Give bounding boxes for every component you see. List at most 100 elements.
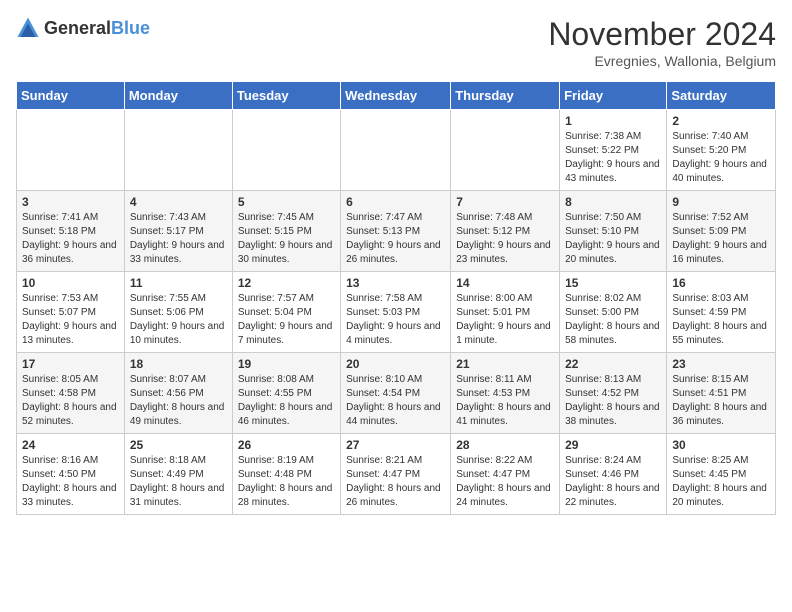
week-row-4: 17Sunrise: 8:05 AM Sunset: 4:58 PM Dayli… xyxy=(17,353,776,434)
day-number: 9 xyxy=(672,195,770,209)
table-row: 3 Sunrise: 7:41 AM Sunset: 5:18 PM Daylig… xyxy=(17,191,125,272)
day-info: Sunrise: 7:43 AM Sunset: 5:17 PM Dayligh… xyxy=(130,211,227,267)
day-number: 18 xyxy=(130,357,227,371)
table-row xyxy=(232,110,340,191)
logo-icon xyxy=(16,16,40,40)
table-row: 6Sunrise: 7:47 AM Sunset: 5:13 PM Daylig… xyxy=(341,191,451,272)
table-row: 9 Sunrise: 7:52 AM Sunset: 5:09 PM Daylig… xyxy=(667,191,776,272)
table-row: 13 Sunrise: 7:58 AM Sunset: 5:03 PM Dayli… xyxy=(341,272,451,353)
table-row: 8 Sunrise: 7:50 AM Sunset: 5:10 PM Daylig… xyxy=(560,191,667,272)
table-row: 28Sunrise: 8:22 AM Sunset: 4:47 PM Dayli… xyxy=(451,434,560,515)
day-info: Sunrise: 7:41 AM Sunset: 5:18 PM Dayligh… xyxy=(22,211,119,267)
day-number: 20 xyxy=(346,357,445,371)
day-info: Sunrise: 8:00 AM Sunset: 5:01 PM Dayligh… xyxy=(456,292,554,348)
table-row: 7 Sunrise: 7:48 AM Sunset: 5:12 PM Daylig… xyxy=(451,191,560,272)
day-info: Sunrise: 7:53 AM Sunset: 5:07 PM Dayligh… xyxy=(22,292,119,348)
calendar-header-row: Sunday Monday Tuesday Wednesday Thursday… xyxy=(17,82,776,110)
day-number: 3 xyxy=(22,195,119,209)
day-number: 4 xyxy=(130,195,227,209)
day-info: Sunrise: 8:18 AM Sunset: 4:49 PM Dayligh… xyxy=(130,454,227,510)
table-row: 24Sunrise: 8:16 AM Sunset: 4:50 PM Dayli… xyxy=(17,434,125,515)
table-row: 22 Sunrise: 8:13 AM Sunset: 4:52 PM Dayli… xyxy=(560,353,667,434)
day-info: Sunrise: 8:16 AM Sunset: 4:50 PM Dayligh… xyxy=(22,454,119,510)
col-thursday: Thursday xyxy=(451,82,560,110)
day-number: 12 xyxy=(238,276,335,290)
day-number: 2 xyxy=(672,114,770,128)
table-row xyxy=(17,110,125,191)
day-info: Sunrise: 7:47 AM Sunset: 5:13 PM Dayligh… xyxy=(346,211,445,267)
title-block: November 2024 Evregnies, Wallonia, Belgi… xyxy=(548,16,776,69)
day-info: Sunrise: 8:21 AM Sunset: 4:47 PM Dayligh… xyxy=(346,454,445,510)
day-number: 11 xyxy=(130,276,227,290)
day-number: 8 xyxy=(565,195,661,209)
day-info: Sunrise: 7:52 AM Sunset: 5:09 PM Dayligh… xyxy=(672,211,770,267)
table-row: 23 Sunrise: 8:15 AM Sunset: 4:51 PM Dayli… xyxy=(667,353,776,434)
day-info: Sunrise: 8:24 AM Sunset: 4:46 PM Dayligh… xyxy=(565,454,661,510)
day-info: Sunrise: 8:19 AM Sunset: 4:48 PM Dayligh… xyxy=(238,454,335,510)
day-number: 19 xyxy=(238,357,335,371)
logo-general: General xyxy=(44,18,111,38)
table-row: 15 Sunrise: 8:02 AM Sunset: 5:00 PM Dayli… xyxy=(560,272,667,353)
col-saturday: Saturday xyxy=(667,82,776,110)
col-monday: Monday xyxy=(124,82,232,110)
table-row: 12Sunrise: 7:57 AM Sunset: 5:04 PM Dayli… xyxy=(232,272,340,353)
week-row-5: 24Sunrise: 8:16 AM Sunset: 4:50 PM Dayli… xyxy=(17,434,776,515)
table-row xyxy=(451,110,560,191)
day-info: Sunrise: 8:10 AM Sunset: 4:54 PM Dayligh… xyxy=(346,373,445,429)
day-number: 7 xyxy=(456,195,554,209)
day-info: Sunrise: 8:13 AM Sunset: 4:52 PM Dayligh… xyxy=(565,373,661,429)
day-info: Sunrise: 7:45 AM Sunset: 5:15 PM Dayligh… xyxy=(238,211,335,267)
day-info: Sunrise: 7:48 AM Sunset: 5:12 PM Dayligh… xyxy=(456,211,554,267)
day-number: 13 xyxy=(346,276,445,290)
day-number: 15 xyxy=(565,276,661,290)
day-info: Sunrise: 8:02 AM Sunset: 5:00 PM Dayligh… xyxy=(565,292,661,348)
table-row: 4 Sunrise: 7:43 AM Sunset: 5:17 PM Daylig… xyxy=(124,191,232,272)
day-number: 14 xyxy=(456,276,554,290)
day-info: Sunrise: 7:40 AM Sunset: 5:20 PM Dayligh… xyxy=(672,130,770,186)
day-info: Sunrise: 7:38 AM Sunset: 5:22 PM Dayligh… xyxy=(565,130,661,186)
day-info: Sunrise: 8:11 AM Sunset: 4:53 PM Dayligh… xyxy=(456,373,554,429)
day-number: 29 xyxy=(565,438,661,452)
table-row: 10 Sunrise: 7:53 AM Sunset: 5:07 PM Dayli… xyxy=(17,272,125,353)
table-row: 20 Sunrise: 8:10 AM Sunset: 4:54 PM Dayli… xyxy=(341,353,451,434)
calendar: Sunday Monday Tuesday Wednesday Thursday… xyxy=(16,81,776,515)
table-row: 21Sunrise: 8:11 AM Sunset: 4:53 PM Dayli… xyxy=(451,353,560,434)
table-row xyxy=(124,110,232,191)
week-row-3: 10 Sunrise: 7:53 AM Sunset: 5:07 PM Dayli… xyxy=(17,272,776,353)
day-info: Sunrise: 8:05 AM Sunset: 4:58 PM Dayligh… xyxy=(22,373,119,429)
day-number: 1 xyxy=(565,114,661,128)
day-info: Sunrise: 7:50 AM Sunset: 5:10 PM Dayligh… xyxy=(565,211,661,267)
week-row-2: 3 Sunrise: 7:41 AM Sunset: 5:18 PM Daylig… xyxy=(17,191,776,272)
week-row-1: 1 Sunrise: 7:38 AM Sunset: 5:22 PM Daylig… xyxy=(17,110,776,191)
month-title: November 2024 xyxy=(548,16,776,53)
day-number: 10 xyxy=(22,276,119,290)
day-number: 28 xyxy=(456,438,554,452)
day-info: Sunrise: 8:03 AM Sunset: 4:59 PM Dayligh… xyxy=(672,292,770,348)
col-sunday: Sunday xyxy=(17,82,125,110)
day-info: Sunrise: 8:07 AM Sunset: 4:56 PM Dayligh… xyxy=(130,373,227,429)
table-row: 16 Sunrise: 8:03 AM Sunset: 4:59 PM Dayli… xyxy=(667,272,776,353)
col-friday: Friday xyxy=(560,82,667,110)
table-row: 30 Sunrise: 8:25 AM Sunset: 4:45 PM Dayli… xyxy=(667,434,776,515)
page-header: GeneralBlue November 2024 Evregnies, Wal… xyxy=(16,16,776,69)
day-number: 27 xyxy=(346,438,445,452)
location: Evregnies, Wallonia, Belgium xyxy=(548,53,776,69)
col-wednesday: Wednesday xyxy=(341,82,451,110)
table-row xyxy=(341,110,451,191)
table-row: 27 Sunrise: 8:21 AM Sunset: 4:47 PM Dayli… xyxy=(341,434,451,515)
table-row: 17Sunrise: 8:05 AM Sunset: 4:58 PM Dayli… xyxy=(17,353,125,434)
table-row: 1 Sunrise: 7:38 AM Sunset: 5:22 PM Daylig… xyxy=(560,110,667,191)
day-number: 5 xyxy=(238,195,335,209)
col-tuesday: Tuesday xyxy=(232,82,340,110)
day-number: 23 xyxy=(672,357,770,371)
day-number: 30 xyxy=(672,438,770,452)
day-info: Sunrise: 7:55 AM Sunset: 5:06 PM Dayligh… xyxy=(130,292,227,348)
table-row: 19Sunrise: 8:08 AM Sunset: 4:55 PM Dayli… xyxy=(232,353,340,434)
day-number: 16 xyxy=(672,276,770,290)
day-info: Sunrise: 8:25 AM Sunset: 4:45 PM Dayligh… xyxy=(672,454,770,510)
day-info: Sunrise: 7:58 AM Sunset: 5:03 PM Dayligh… xyxy=(346,292,445,348)
day-number: 26 xyxy=(238,438,335,452)
day-info: Sunrise: 8:15 AM Sunset: 4:51 PM Dayligh… xyxy=(672,373,770,429)
day-number: 22 xyxy=(565,357,661,371)
day-number: 25 xyxy=(130,438,227,452)
